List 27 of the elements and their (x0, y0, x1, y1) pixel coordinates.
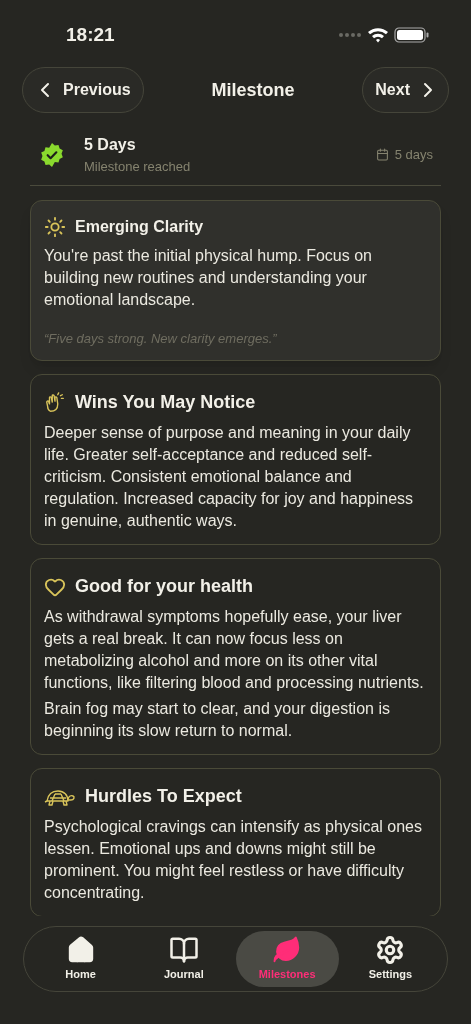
card-paragraph: You're past the initial physical hump. Focus on building new routines and understanding your emotional landscape. (44, 245, 373, 310)
signal-icon (338, 32, 362, 38)
sun-icon (44, 215, 66, 238)
verified-badge-icon (39, 141, 65, 168)
calendar-icon (375, 148, 389, 162)
battery-icon (394, 27, 429, 43)
previous-button[interactable]: Previous (22, 67, 144, 113)
settings-icon (375, 935, 406, 966)
card-title: Hurdles To Expect (85, 785, 242, 808)
card-paragraph: Psychological cravings can intensify as physical ones lessen. Emotional ups and downs might still be prominent. You might feel restless or have difficulty concentrating. (44, 817, 423, 903)
card-title: Wins You May Notice (75, 391, 256, 414)
milestone-subtitle: Milestone reached (84, 158, 192, 176)
card-title: Good for your health (75, 575, 253, 598)
tab-item[interactable]: Home (29, 931, 133, 987)
card-paragraph: As withdrawal symptoms hopefully ease, your liver gets a real break. It can now focus less on metabolizing alcohol and more on its other vital functions, like filtering blood and processing nutrients. (44, 607, 425, 693)
page-title: Milestone (211, 78, 295, 102)
next-button[interactable]: Next (362, 67, 449, 113)
card-quote: “Five days strong. New clarity emerges.” (44, 329, 278, 348)
card-title: Emerging Clarity (75, 216, 204, 237)
card-paragraph: Brain fog may start to clear, and your digestion is beginning its slow return to normal. (44, 699, 391, 741)
milestone-title: 5 Days (84, 135, 137, 155)
tab-item[interactable]: Journal (132, 931, 236, 987)
wifi-icon (368, 27, 388, 43)
status-time: 18:21 (66, 22, 115, 47)
milestone-duration: 5 days (394, 146, 433, 164)
card-paragraph: Deeper sense of purpose and meaning in your daily life. Greater self-acceptance and reduced self-criticism. Consistent emotional balance and regulation. Increased capacity for joy and happiness in genuine, authentic ways. (44, 423, 415, 531)
tab-item[interactable]: Settings (338, 931, 442, 987)
